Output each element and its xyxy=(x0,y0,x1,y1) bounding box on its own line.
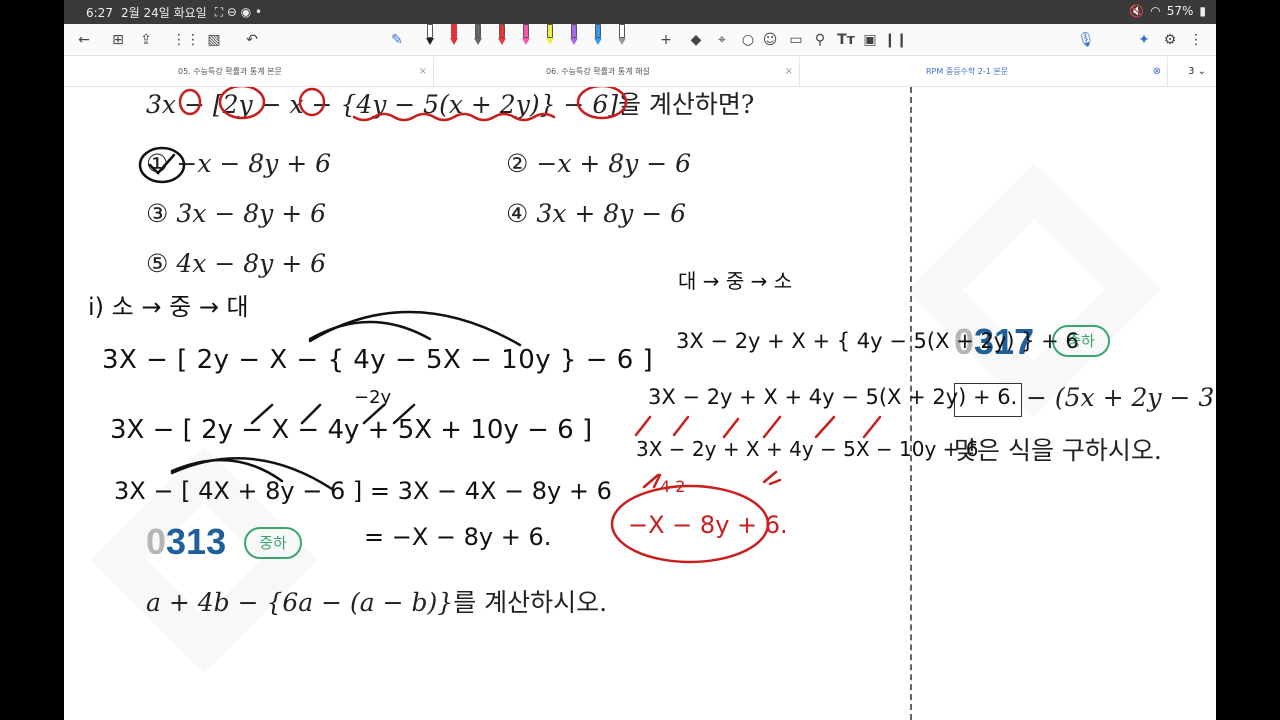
tab-doc-3[interactable]: RPM 중등수학 2-1 본문 ⊗ xyxy=(912,57,1168,87)
close-icon[interactable]: × xyxy=(419,57,427,87)
eraser-icon[interactable]: ◆ xyxy=(686,30,706,50)
red-circle-mark xyxy=(178,88,202,116)
page-edit-icon[interactable]: ▧ xyxy=(204,30,224,50)
apps-icon[interactable]: ⋮⋮ xyxy=(172,30,200,50)
handwriting-left-line-4: 3X − [ 4X + 8y − 6 ] = 3X − 4X − 8y + 6 xyxy=(114,477,612,505)
pen-gray-icon[interactable] xyxy=(472,24,484,48)
note-toolbar: ← ⊞ ⇪ ⋮⋮ ▧ ↶ ✎ + ◆ ⌖ ○ ☺ ▭ ⚲ Tт ▣ ❙❙ 🎙 ✦… xyxy=(64,24,1216,56)
pen-red2-icon[interactable] xyxy=(496,24,508,48)
handwriting-left-line-3: 3X − [ 2y − X − 4y + 5X + 10y − 6 ] xyxy=(110,415,593,445)
link-icon[interactable]: ⚲ xyxy=(810,30,830,50)
plus-icon[interactable]: + xyxy=(656,30,676,50)
comment-icon[interactable]: ○ xyxy=(738,30,758,50)
share-icon[interactable]: ⇪ xyxy=(136,30,156,50)
handwriting-left-line-5: = −X − 8y + 6. xyxy=(364,523,552,551)
handwriting-answer-red: −X − 8y + 6. xyxy=(628,511,788,539)
grid-icon[interactable]: ⊞ xyxy=(108,30,128,50)
handwriting-left-line-2b: −2y xyxy=(354,387,392,408)
tab-label: 06. 수능특강 확률과 통계 해설 xyxy=(546,67,650,76)
tab-count[interactable]: 3 ⌄ xyxy=(1188,57,1206,87)
red-circle-mark xyxy=(576,87,628,120)
pen-purple-icon[interactable] xyxy=(568,24,580,48)
red-circle-mark xyxy=(298,87,326,117)
handwriting-right-line-4: 3X − 2y + X + 4y − 5X − 10y + 6 xyxy=(636,437,979,461)
pen-pink-icon[interactable] xyxy=(520,24,532,48)
notification-icons: ⛶ ⊖ ◉ • xyxy=(214,5,263,19)
status-bar: 6:27 2월 24일 화요일 ⛶ ⊖ ◉ • 🔇 ◠ 57% ▮ xyxy=(64,0,1216,24)
status-date: 2월 24일 화요일 xyxy=(120,6,207,20)
tab-count-value: 3 xyxy=(1188,66,1195,77)
image-icon[interactable]: ▣ xyxy=(860,30,880,50)
back-arrow-icon[interactable]: ← xyxy=(74,30,94,50)
close-icon[interactable]: × xyxy=(785,57,793,87)
pause-icon[interactable]: ❙❙ xyxy=(884,30,907,50)
chat-icon[interactable]: ▭ xyxy=(786,30,806,50)
close-icon[interactable]: ⊗ xyxy=(1153,57,1161,87)
handwriting-right-line-2: 3X − 2y + X + { 4y − 5(X + 2y) } + 6 xyxy=(676,329,1079,353)
pen-white-icon[interactable] xyxy=(616,24,628,48)
handwriting-left-line-1: i) 소 → 중 → 대 xyxy=(88,293,249,321)
pen-black-icon[interactable] xyxy=(424,24,436,48)
battery-icon: ▮ xyxy=(1199,4,1206,18)
settings-icon[interactable]: ⚙ xyxy=(1160,30,1180,50)
handwriting-right-line-1: 대 → 중 → 소 xyxy=(678,269,793,293)
handwriting-right-line-3: 3X − 2y + X + 4y − 5(X + 2y) + 6. xyxy=(648,385,1018,409)
arc-mark xyxy=(308,310,522,347)
handwriting-left-line-2: 3X − [ 2y − X − { 4y − 5X − 10y } − 6 ] xyxy=(102,345,654,375)
handwriting-right-line-5: 4 2 xyxy=(660,477,686,496)
red-strike-mark xyxy=(634,415,882,439)
battery-level: 57% xyxy=(1166,4,1194,18)
lasso-icon[interactable]: ⌖ xyxy=(712,30,732,50)
tab-doc-2[interactable]: 06. 수능특강 확률과 통계 해설 × xyxy=(532,57,800,87)
tab-label: RPM 중등수학 2-1 본문 xyxy=(926,67,1009,76)
answer-circle-mark xyxy=(138,146,186,184)
text-icon[interactable]: Tт xyxy=(836,30,856,50)
mic-icon[interactable]: 🎙 xyxy=(1076,30,1096,50)
tab-doc-1[interactable]: 05. 수능특강 확률과 통계 본문 × xyxy=(164,57,434,87)
wifi-icon: ◠ xyxy=(1150,4,1161,18)
check-mark xyxy=(148,153,176,175)
ai-sparkle-icon[interactable]: ✦ xyxy=(1134,30,1154,50)
pen-yellow-icon[interactable] xyxy=(544,24,556,48)
document-page[interactable]: 3x − [2y − x − {4y − 5(x + 2y)} − 6]을 계산… xyxy=(64,87,1216,720)
red-circle-mark xyxy=(218,87,266,120)
tab-label: 05. 수능특강 확률과 통계 본문 xyxy=(178,67,282,76)
mute-icon: 🔇 xyxy=(1129,4,1145,18)
handwriting-layer xyxy=(138,87,882,564)
pen-red-icon[interactable] xyxy=(448,24,460,48)
document-tabs: 05. 수능특강 확률과 통계 본문 × 06. 수능특강 확률과 통계 해설 … xyxy=(64,57,1216,87)
tablet-screen: 6:27 2월 24일 화요일 ⛶ ⊖ ◉ • 🔇 ◠ 57% ▮ ← ⊞ ⇪ … xyxy=(64,0,1216,720)
red-underline-mark xyxy=(352,112,556,122)
more-icon[interactable]: ⋮ xyxy=(1186,30,1206,50)
pen-blue-icon[interactable] xyxy=(592,24,604,48)
shape-icon[interactable]: ☺ xyxy=(760,30,780,50)
undo-icon[interactable]: ↶ xyxy=(242,30,262,50)
pen-icon[interactable]: ✎ xyxy=(387,30,407,50)
status-time: 6:27 xyxy=(86,5,113,20)
